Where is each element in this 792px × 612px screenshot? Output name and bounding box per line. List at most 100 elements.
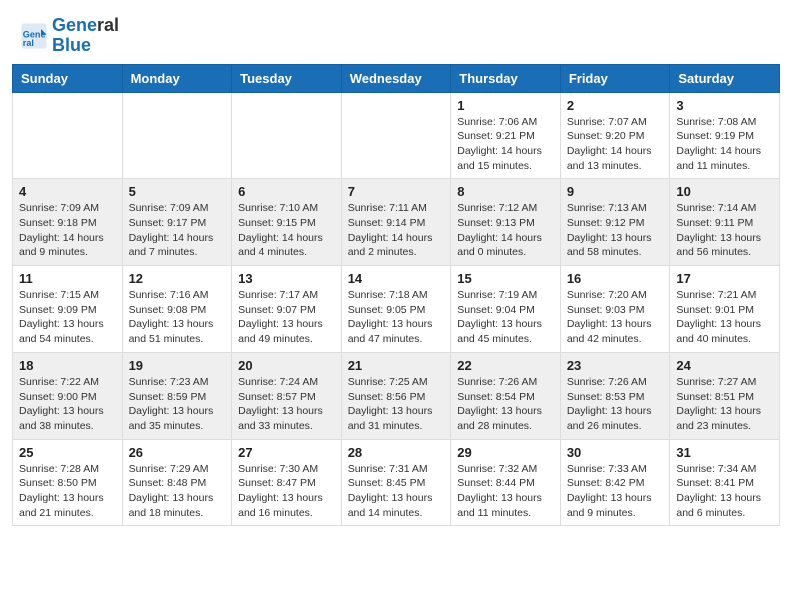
weekday-header-saturday: Saturday <box>670 64 780 92</box>
week-row-5: 25 Sunrise: 7:28 AM Sunset: 8:50 PM Dayli… <box>13 439 780 526</box>
calendar-cell: 12 Sunrise: 7:16 AM Sunset: 9:08 PM Dayli… <box>122 266 232 353</box>
day-info: Sunrise: 7:28 AM Sunset: 8:50 PM Dayligh… <box>19 462 116 521</box>
calendar-cell: 2 Sunrise: 7:07 AM Sunset: 9:20 PM Daylig… <box>560 92 670 179</box>
day-info: Sunrise: 7:09 AM Sunset: 9:17 PM Dayligh… <box>129 201 226 260</box>
calendar-cell: 20Sunrise: 7:24 AM Sunset: 8:57 PM Dayli… <box>232 352 342 439</box>
calendar-cell: 14 Sunrise: 7:18 AM Sunset: 9:05 PM Dayli… <box>341 266 451 353</box>
day-number: 14 <box>348 271 445 286</box>
calendar-cell: 27Sunrise: 7:30 AM Sunset: 8:47 PM Dayli… <box>232 439 342 526</box>
calendar-cell: 18 Sunrise: 7:22 AM Sunset: 9:00 PM Dayli… <box>13 352 123 439</box>
day-number: 31 <box>676 445 773 460</box>
calendar-wrap: SundayMondayTuesdayWednesdayThursdayFrid… <box>0 64 792 539</box>
calendar-cell: 1 Sunrise: 7:06 AM Sunset: 9:21 PM Daylig… <box>451 92 561 179</box>
calendar-cell: 19 Sunrise: 7:23 AM Sunset: 8:59 PM Dayli… <box>122 352 232 439</box>
calendar-cell: 11 Sunrise: 7:15 AM Sunset: 9:09 PM Dayli… <box>13 266 123 353</box>
calendar-cell: 30 Sunrise: 7:33 AM Sunset: 8:42 PM Dayli… <box>560 439 670 526</box>
day-info: Sunrise: 7:16 AM Sunset: 9:08 PM Dayligh… <box>129 288 226 347</box>
day-info: Sunrise: 7:18 AM Sunset: 9:05 PM Dayligh… <box>348 288 445 347</box>
calendar-cell: 28 Sunrise: 7:31 AM Sunset: 8:45 PM Dayli… <box>341 439 451 526</box>
calendar-cell: 22Sunrise: 7:26 AM Sunset: 8:54 PM Dayli… <box>451 352 561 439</box>
week-row-4: 18 Sunrise: 7:22 AM Sunset: 9:00 PM Dayli… <box>13 352 780 439</box>
day-number: 12 <box>129 271 226 286</box>
weekday-header-monday: Monday <box>122 64 232 92</box>
day-number: 30 <box>567 445 664 460</box>
day-number: 16 <box>567 271 664 286</box>
calendar-cell: 13 Sunrise: 7:17 AM Sunset: 9:07 PM Dayli… <box>232 266 342 353</box>
logo-text: GeneralBlue <box>52 16 119 56</box>
day-info: Sunrise: 7:19 AM Sunset: 9:04 PM Dayligh… <box>457 288 554 347</box>
day-number: 8 <box>457 184 554 199</box>
day-number: 4 <box>19 184 116 199</box>
day-number: 27 <box>238 445 335 460</box>
logo-icon: Gene ral <box>20 22 48 50</box>
day-number: 6 <box>238 184 335 199</box>
day-number: 5 <box>129 184 226 199</box>
page-header: Gene ral GeneralBlue <box>0 0 792 64</box>
day-info: Sunrise: 7:09 AM Sunset: 9:18 PM Dayligh… <box>19 201 116 260</box>
day-info: Sunrise: 7:15 AM Sunset: 9:09 PM Dayligh… <box>19 288 116 347</box>
day-info: Sunrise: 7:34 AM Sunset: 8:41 PM Dayligh… <box>676 462 773 521</box>
calendar-cell <box>232 92 342 179</box>
day-info: Sunrise: 7:33 AM Sunset: 8:42 PM Dayligh… <box>567 462 664 521</box>
calendar-cell: 15 Sunrise: 7:19 AM Sunset: 9:04 PM Dayli… <box>451 266 561 353</box>
calendar-cell: 7 Sunrise: 7:11 AM Sunset: 9:14 PM Daylig… <box>341 179 451 266</box>
calendar-cell: 21Sunrise: 7:25 AM Sunset: 8:56 PM Dayli… <box>341 352 451 439</box>
week-row-2: 4 Sunrise: 7:09 AM Sunset: 9:18 PM Daylig… <box>13 179 780 266</box>
calendar-cell <box>122 92 232 179</box>
day-number: 9 <box>567 184 664 199</box>
day-number: 13 <box>238 271 335 286</box>
day-info: Sunrise: 7:25 AM Sunset: 8:56 PM Dayligh… <box>348 375 445 434</box>
day-number: 15 <box>457 271 554 286</box>
day-info: Sunrise: 7:07 AM Sunset: 9:20 PM Dayligh… <box>567 115 664 174</box>
day-number: 3 <box>676 98 773 113</box>
day-info: Sunrise: 7:31 AM Sunset: 8:45 PM Dayligh… <box>348 462 445 521</box>
day-info: Sunrise: 7:27 AM Sunset: 8:51 PM Dayligh… <box>676 375 773 434</box>
day-number: 25 <box>19 445 116 460</box>
weekday-header-thursday: Thursday <box>451 64 561 92</box>
calendar-cell <box>13 92 123 179</box>
day-number: 1 <box>457 98 554 113</box>
calendar-cell: 9Sunrise: 7:13 AM Sunset: 9:12 PM Daylig… <box>560 179 670 266</box>
day-number: 23 <box>567 358 664 373</box>
calendar-cell: 29Sunrise: 7:32 AM Sunset: 8:44 PM Dayli… <box>451 439 561 526</box>
day-number: 26 <box>129 445 226 460</box>
calendar-cell: 17 Sunrise: 7:21 AM Sunset: 9:01 PM Dayli… <box>670 266 780 353</box>
day-number: 18 <box>19 358 116 373</box>
calendar-cell: 16 Sunrise: 7:20 AM Sunset: 9:03 PM Dayli… <box>560 266 670 353</box>
day-number: 2 <box>567 98 664 113</box>
calendar-cell: 5 Sunrise: 7:09 AM Sunset: 9:17 PM Daylig… <box>122 179 232 266</box>
weekday-header-row: SundayMondayTuesdayWednesdayThursdayFrid… <box>13 64 780 92</box>
day-info: Sunrise: 7:17 AM Sunset: 9:07 PM Dayligh… <box>238 288 335 347</box>
day-number: 19 <box>129 358 226 373</box>
logo: Gene ral GeneralBlue <box>20 16 119 56</box>
day-info: Sunrise: 7:26 AM Sunset: 8:53 PM Dayligh… <box>567 375 664 434</box>
calendar-cell: 24 Sunrise: 7:27 AM Sunset: 8:51 PM Dayli… <box>670 352 780 439</box>
day-info: Sunrise: 7:08 AM Sunset: 9:19 PM Dayligh… <box>676 115 773 174</box>
day-number: 28 <box>348 445 445 460</box>
calendar-cell: 26 Sunrise: 7:29 AM Sunset: 8:48 PM Dayli… <box>122 439 232 526</box>
day-info: Sunrise: 7:24 AM Sunset: 8:57 PM Dayligh… <box>238 375 335 434</box>
day-number: 29 <box>457 445 554 460</box>
day-info: Sunrise: 7:21 AM Sunset: 9:01 PM Dayligh… <box>676 288 773 347</box>
day-info: Sunrise: 7:11 AM Sunset: 9:14 PM Dayligh… <box>348 201 445 260</box>
week-row-3: 11 Sunrise: 7:15 AM Sunset: 9:09 PM Dayli… <box>13 266 780 353</box>
day-info: Sunrise: 7:12 AM Sunset: 9:13 PM Dayligh… <box>457 201 554 260</box>
day-info: Sunrise: 7:23 AM Sunset: 8:59 PM Dayligh… <box>129 375 226 434</box>
calendar-cell <box>341 92 451 179</box>
day-number: 11 <box>19 271 116 286</box>
day-info: Sunrise: 7:14 AM Sunset: 9:11 PM Dayligh… <box>676 201 773 260</box>
day-number: 24 <box>676 358 773 373</box>
day-info: Sunrise: 7:26 AM Sunset: 8:54 PM Dayligh… <box>457 375 554 434</box>
day-info: Sunrise: 7:29 AM Sunset: 8:48 PM Dayligh… <box>129 462 226 521</box>
calendar-cell: 8 Sunrise: 7:12 AM Sunset: 9:13 PM Daylig… <box>451 179 561 266</box>
day-number: 17 <box>676 271 773 286</box>
day-info: Sunrise: 7:06 AM Sunset: 9:21 PM Dayligh… <box>457 115 554 174</box>
svg-text:ral: ral <box>23 38 34 48</box>
day-info: Sunrise: 7:22 AM Sunset: 9:00 PM Dayligh… <box>19 375 116 434</box>
calendar-cell: 31 Sunrise: 7:34 AM Sunset: 8:41 PM Dayli… <box>670 439 780 526</box>
day-number: 7 <box>348 184 445 199</box>
calendar-cell: 4 Sunrise: 7:09 AM Sunset: 9:18 PM Daylig… <box>13 179 123 266</box>
day-info: Sunrise: 7:20 AM Sunset: 9:03 PM Dayligh… <box>567 288 664 347</box>
calendar-cell: 6Sunrise: 7:10 AM Sunset: 9:15 PM Daylig… <box>232 179 342 266</box>
calendar-cell: 25 Sunrise: 7:28 AM Sunset: 8:50 PM Dayli… <box>13 439 123 526</box>
